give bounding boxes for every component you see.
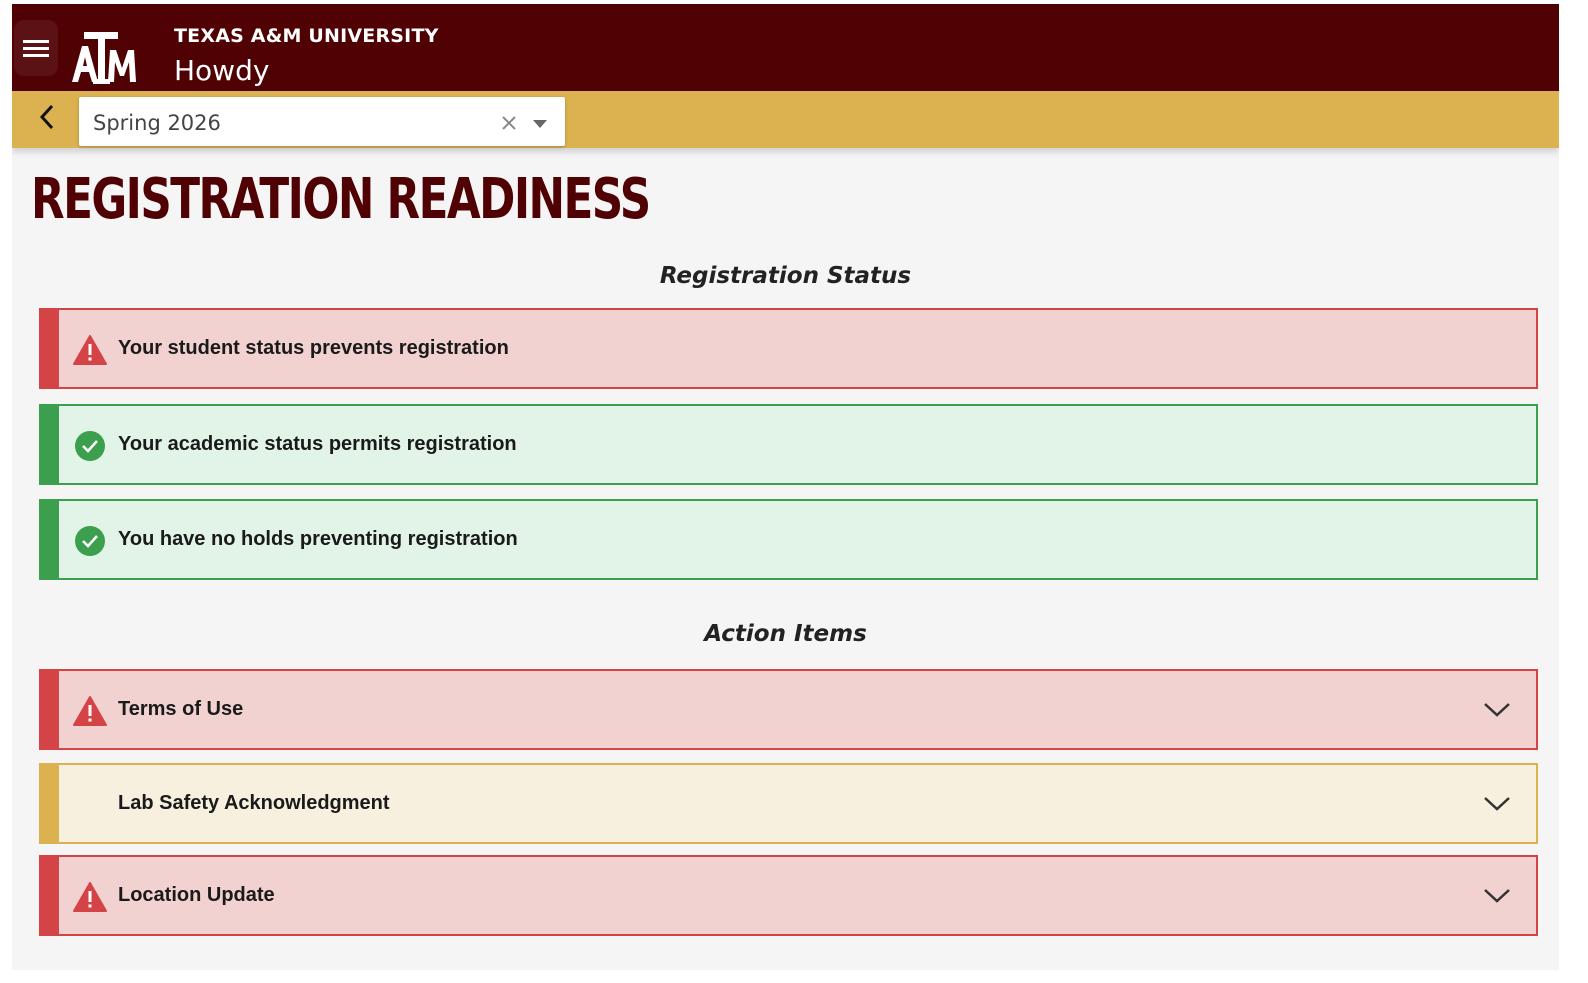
back-button[interactable] — [32, 102, 62, 132]
registration-status-heading: Registration Status — [659, 263, 912, 289]
top-header: TEXAS A&M UNIVERSITY Howdy — [12, 4, 1559, 91]
check-circle-icon — [75, 526, 105, 556]
app-name: Howdy — [174, 54, 270, 87]
status-card-label: You have no holds preventing registratio… — [118, 528, 518, 550]
check-circle-icon — [75, 431, 105, 461]
action-item-label: Lab Safety Acknowledgment — [118, 792, 390, 814]
clear-icon[interactable] — [498, 112, 520, 134]
term-select-value: Spring 2026 — [93, 111, 221, 135]
chevron-down-icon[interactable] — [1482, 883, 1512, 907]
menu-button[interactable] — [14, 20, 58, 76]
term-select[interactable]: Spring 2026 — [79, 97, 565, 146]
page-title: REGISTRATION READINESS — [31, 167, 651, 232]
action-item-lab-safety[interactable]: Lab Safety Acknowledgment — [39, 763, 1538, 844]
status-card-academic-status: Your academic status permits registratio… — [39, 404, 1538, 485]
hamburger-icon — [23, 40, 49, 57]
status-card-student-status: Your student status prevents registratio… — [39, 308, 1538, 389]
app-window: TEXAS A&M UNIVERSITY Howdy Spring 2026 R… — [12, 4, 1559, 970]
action-item-label: Location Update — [118, 884, 275, 906]
warning-icon — [73, 882, 107, 912]
action-item-location-update[interactable]: Location Update — [39, 855, 1538, 936]
action-item-terms-of-use[interactable]: Terms of Use — [39, 669, 1538, 750]
caret-down-icon[interactable] — [530, 116, 550, 132]
chevron-left-icon — [39, 104, 54, 130]
warning-icon — [73, 335, 107, 365]
action-items-heading: Action Items — [704, 621, 867, 647]
chevron-down-icon[interactable] — [1482, 697, 1512, 721]
status-card-label: Your student status prevents registratio… — [118, 337, 509, 359]
status-card-label: Your academic status permits registratio… — [118, 433, 517, 455]
term-toolbar: Spring 2026 — [12, 91, 1559, 148]
warning-icon — [73, 696, 107, 726]
chevron-down-icon[interactable] — [1482, 791, 1512, 815]
status-card-holds: You have no holds preventing registratio… — [39, 499, 1538, 580]
tamu-logo[interactable] — [72, 30, 142, 86]
university-name: TEXAS A&M UNIVERSITY — [174, 25, 439, 47]
action-item-label: Terms of Use — [118, 698, 244, 720]
